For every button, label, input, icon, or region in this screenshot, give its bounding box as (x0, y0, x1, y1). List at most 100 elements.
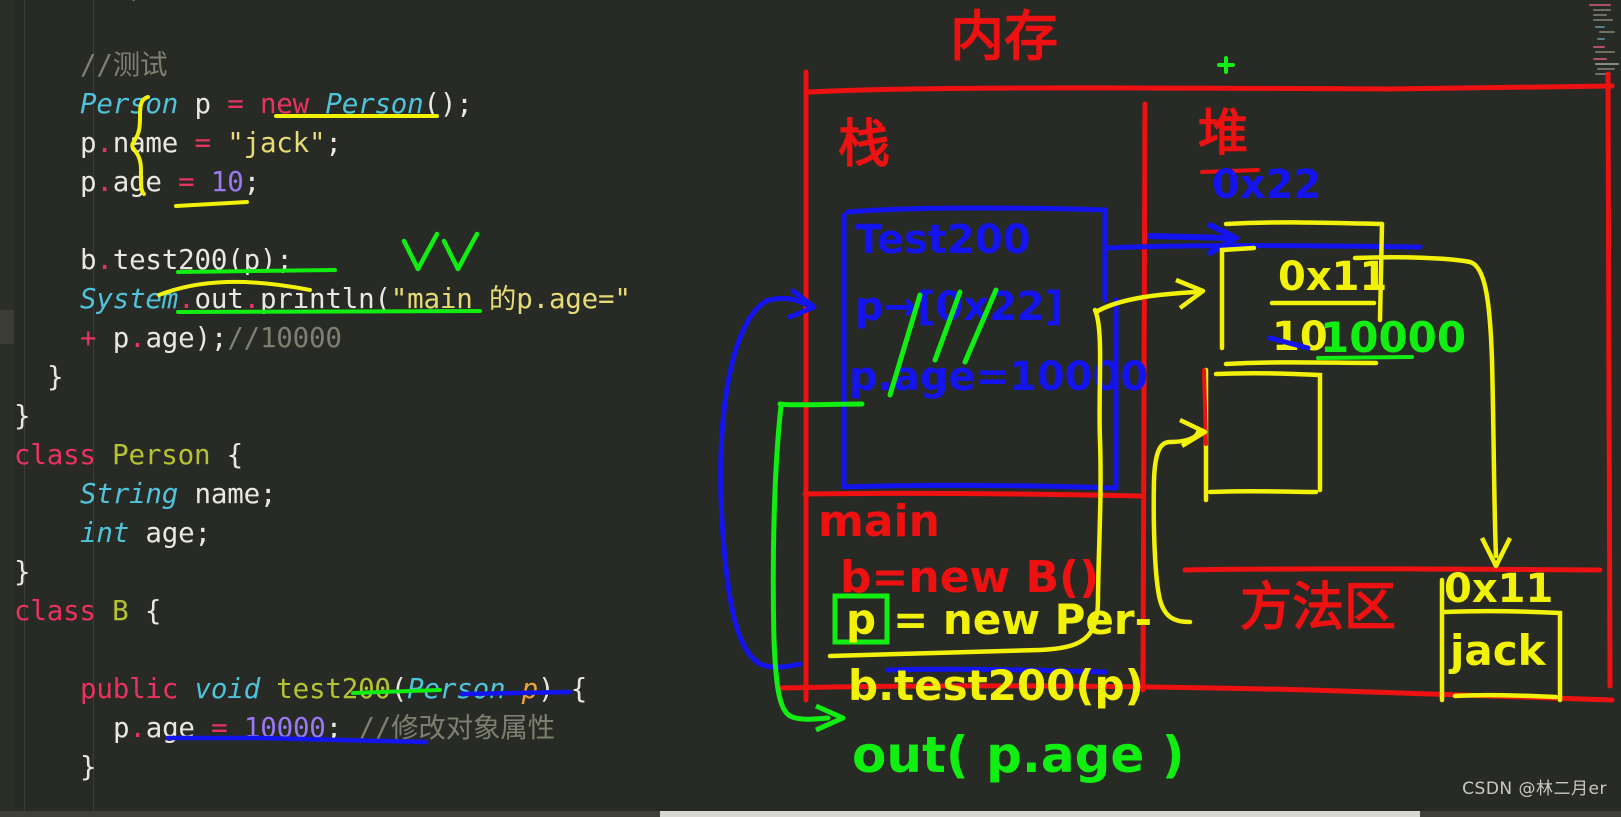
code-token: p (96, 322, 130, 354)
code-token: age; (129, 517, 211, 549)
code-line[interactable]: p.age = 10; (80, 163, 260, 202)
heap-box2-top-right (1213, 370, 1323, 493)
code-token: } (80, 751, 97, 783)
code-token: ) { (538, 673, 588, 705)
watermark: CSDN @林二月er (1462, 779, 1607, 799)
code-line[interactable]: public void test200(Person p) { (80, 670, 587, 709)
code-token: age (145, 712, 212, 744)
green-underline-age-new (1316, 355, 1414, 360)
code-line[interactable]: String name; (80, 475, 276, 514)
heap-object-box-left (1219, 245, 1257, 351)
code-line[interactable]: System.out.println("main 的p.age=" (80, 280, 631, 319)
yellow-arrow-head-1 (1175, 277, 1206, 310)
code-token: void (194, 673, 261, 705)
yellow-arrow-path-2 (1151, 429, 1201, 625)
code-token: = (178, 166, 195, 198)
code-line[interactable]: } (80, 748, 97, 787)
green-strike-1 (887, 292, 923, 398)
code-token: "jack" (227, 127, 326, 159)
horizontal-scrollbar-track[interactable] (0, 811, 1621, 817)
text-frame-test200: Test200 (855, 217, 1031, 263)
text-main-p-rest: = new Per- (893, 595, 1152, 644)
green-strike-3 (962, 287, 999, 365)
code-token: name; (178, 478, 277, 510)
code-token: = (194, 127, 212, 159)
heap-object-box-top (1223, 220, 1385, 227)
code-token: String (80, 478, 179, 510)
code-token: test200 (276, 673, 391, 705)
code-token: p (521, 673, 539, 705)
code-line[interactable]: p.name = "jack"; (80, 124, 342, 163)
code-token: age (112, 166, 179, 198)
code-line[interactable]: p.age = 10000; //修改对象属性 (113, 709, 555, 748)
code-editor[interactable]: //测试 Person p = new Person(); p.name = "ja… (0, 0, 800, 817)
code-token: println (259, 283, 375, 315)
code-line[interactable]: + p.age);//10000 (80, 319, 342, 358)
stack-heap-divider (1140, 101, 1148, 693)
code-token: . (96, 166, 113, 198)
code-token: Person (407, 673, 506, 705)
code-token: //测试 (80, 49, 168, 81)
minimap-row (1593, 19, 1613, 21)
code-line[interactable]: //测试 (80, 46, 168, 85)
code-token: new (259, 88, 310, 120)
blue-arrow-to-heap (1147, 233, 1233, 241)
heap-object-box-right (1377, 221, 1385, 323)
yellow-path-to-string (1352, 254, 1499, 559)
yellow-arrow-seg (1093, 289, 1199, 315)
memory-bottom-border (777, 683, 1615, 703)
code-line[interactable]: } (14, 553, 31, 592)
code-line[interactable]: class Person { (14, 436, 243, 475)
code-token: . (129, 322, 146, 354)
frame-test200-pointer-line (1105, 243, 1423, 251)
code-token: ; (243, 166, 261, 198)
code-minimap[interactable] (1573, 0, 1619, 120)
code-line[interactable]: b.test200(p); (80, 241, 293, 280)
code-token: test200 (112, 244, 228, 276)
code-line[interactable]: } (47, 358, 64, 397)
code-token: Person (80, 88, 179, 120)
code-token: . (129, 712, 146, 744)
horizontal-scrollbar-thumb[interactable] (660, 811, 1420, 817)
blue-strike-age-old (1267, 335, 1311, 351)
cursor-plus-icon (1217, 56, 1235, 74)
yellow-arrow-path-long (827, 307, 1103, 659)
minimap-row (1595, 73, 1611, 75)
code-token: { (210, 439, 244, 471)
text-out-expr: out( p.age ) (852, 726, 1185, 784)
frame-test200-bottom (841, 482, 1119, 491)
code-line[interactable]: int age; (80, 514, 211, 553)
code-token: . (96, 244, 113, 276)
text-frame-test200-p: p→[0x22] (855, 284, 1063, 330)
text-frame-main: main (818, 496, 940, 547)
code-token: "main 的p.age=" (390, 283, 631, 315)
text-frame-test200-assign: p.age=10000 (849, 354, 1148, 400)
code-token: = (227, 88, 244, 120)
string-box-mid-right (1442, 608, 1563, 703)
code-token: System (80, 283, 179, 315)
code-token: 10 (210, 166, 244, 198)
code-token: public (80, 673, 179, 705)
frame-test200-top (845, 205, 1108, 303)
code-token: } (14, 556, 31, 588)
label-method-area: 方法区 (1240, 578, 1396, 638)
minimap-row (1593, 14, 1607, 16)
code-token: Person (325, 88, 424, 120)
code-line[interactable]: Person p = new Person(); (80, 85, 473, 124)
minimap-row (1595, 51, 1615, 53)
code-token: name (112, 127, 195, 159)
blue-arrow-to-heap-head (1206, 221, 1239, 257)
code-line[interactable]: } (14, 397, 31, 436)
code-line[interactable]: class B { (14, 592, 161, 631)
code-token: class (14, 595, 96, 627)
code-token: ; (325, 127, 342, 159)
yellow-arrow-head-3 (1479, 536, 1513, 569)
